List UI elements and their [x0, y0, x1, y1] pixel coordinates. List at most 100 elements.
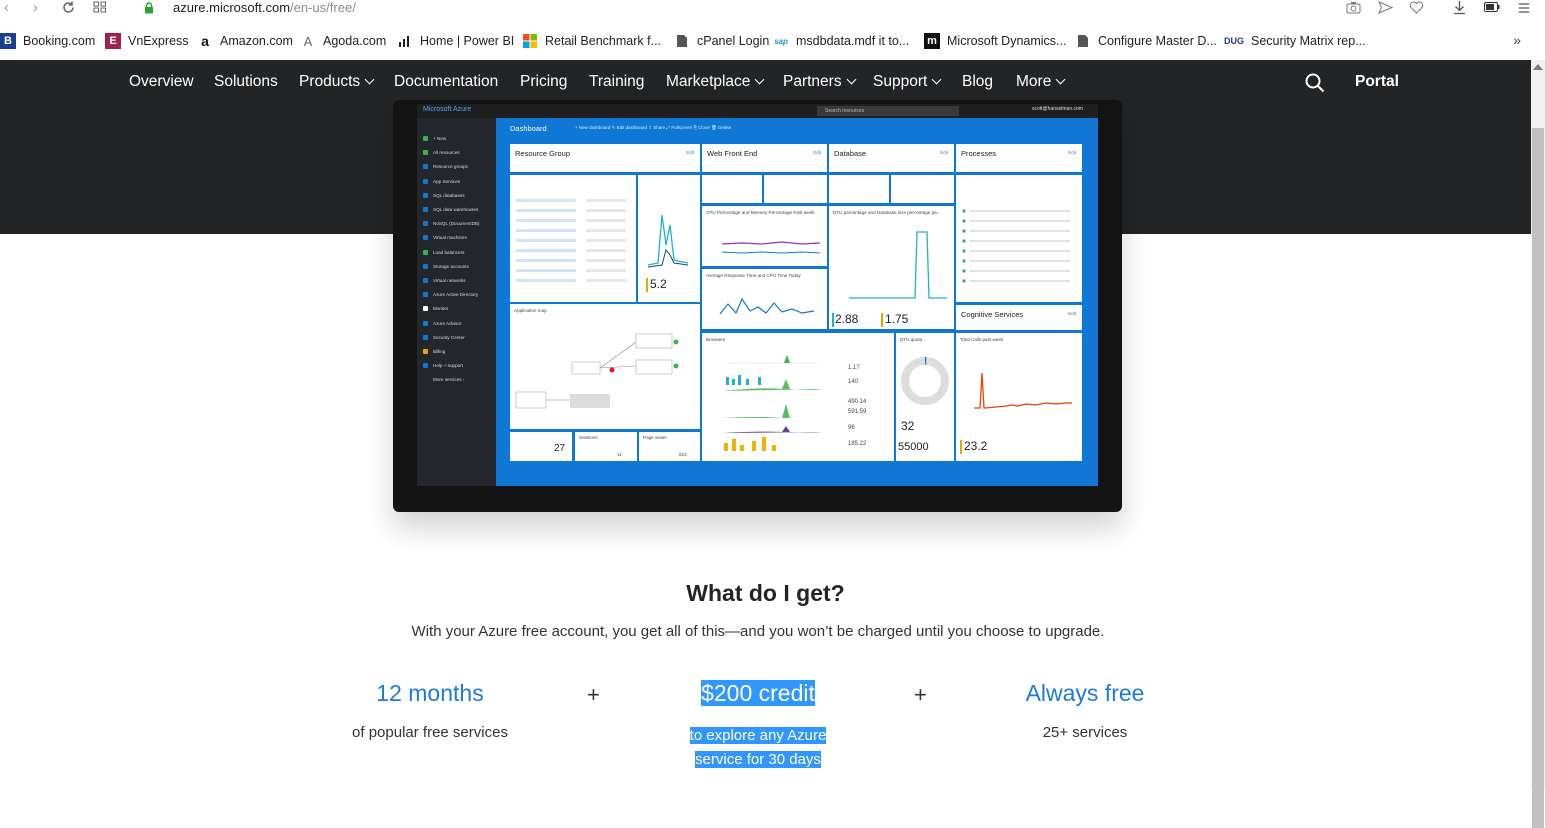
cpu-label: CPU Percentage and Memory Percentage Pas…	[706, 210, 815, 215]
nav-item-products[interactable]: Products	[299, 73, 375, 91]
portal-sidebar-label: Help + support	[433, 363, 464, 369]
portal-sidebar-label: Load balancers	[433, 249, 465, 255]
portal-sidebar-item: Billing	[423, 349, 445, 354]
nav-item-label: Training	[589, 73, 645, 90]
search-icon[interactable]	[1305, 73, 1325, 93]
page-views-value: 623	[679, 452, 687, 457]
camera-icon[interactable]	[1346, 1, 1361, 14]
service-icon	[423, 164, 428, 170]
nav-item-solutions[interactable]: Solutions	[214, 73, 278, 91]
tile-edit: Edit	[940, 150, 948, 155]
reload-icon[interactable]	[61, 0, 76, 15]
address-bar[interactable]: ‹ › azure.microsoft.com/en-us/free/	[0, 0, 1545, 20]
portal-brand: Microsoft Azure	[423, 106, 472, 113]
service-icon	[423, 363, 428, 369]
nav-item-overview[interactable]: Overview	[129, 73, 194, 91]
scroll-up-arrow-icon[interactable]	[1533, 64, 1543, 70]
total-calls-tile: Total Calls past week 23.2	[956, 333, 1082, 461]
vnexpress-icon: E	[105, 33, 121, 49]
offer-credit-headline-text: $200 credit	[701, 680, 815, 706]
battery-icon	[1484, 2, 1500, 12]
bookmark-item[interactable]: B Booking.com	[0, 30, 95, 52]
back-icon[interactable]: ‹	[4, 0, 9, 16]
nav-item-partners[interactable]: Partners	[783, 73, 857, 91]
forward-icon[interactable]: ›	[33, 0, 38, 16]
bookmark-label: VnExpress	[128, 34, 189, 48]
portal-sidebar-label: Azure Active Directory	[433, 292, 479, 298]
portal-sidebar-item: App Services	[423, 178, 460, 184]
bookmark-label: Security Matrix rep...	[1251, 34, 1366, 48]
nav-item-pricing[interactable]: Pricing	[520, 73, 567, 91]
nav-item-marketplace[interactable]: Marketplace	[666, 73, 765, 91]
portal-sidebar-label: NoSQL (DocumentDB)	[433, 221, 480, 227]
portal-sidebar-item: Help + support	[423, 363, 464, 369]
tile-title: Database	[834, 149, 867, 158]
service-icon	[423, 249, 428, 255]
service-icon	[423, 178, 428, 184]
bookmark-item[interactable]: Home | Power BI	[397, 30, 514, 52]
app-service-plan-tile	[764, 175, 827, 203]
portal-link[interactable]: Portal	[1355, 73, 1399, 91]
portal-sidebar-item: Virtual networks	[423, 278, 466, 283]
scrollbar-thumb[interactable]	[1532, 128, 1544, 828]
service-icon	[423, 192, 428, 198]
nav-item-blog[interactable]: Blog	[962, 73, 993, 91]
send-icon[interactable]	[1378, 1, 1393, 14]
portal-sidebar-item: + New	[423, 136, 446, 141]
app-map-label: Application map	[514, 308, 547, 313]
nav-item-support[interactable]: Support	[873, 73, 942, 91]
bookmark-item[interactable]: E VnExpress	[105, 30, 188, 52]
page-load-value: 1.17	[848, 365, 860, 371]
portal-sidebar-item: Virtual machines	[423, 235, 467, 241]
bookmark-item[interactable]: m Microsoft Dynamics...	[924, 30, 1066, 52]
nav-item-label: Overview	[129, 73, 194, 90]
nav-item-label: Partners	[783, 73, 842, 90]
portal-sidebar-item: All resources	[423, 150, 460, 156]
bookmark-label: Microsoft Dynamics...	[947, 34, 1067, 48]
chevron-down-icon	[1055, 74, 1066, 85]
bookmark-item[interactable]: cPanel Login	[674, 30, 769, 52]
portal-sidebar-label: SQL data warehouses	[433, 207, 479, 212]
portal-sidebar-item: Monitor	[423, 306, 448, 312]
bookmark-item[interactable]: A Agoda.com	[300, 30, 387, 52]
portal-sidebar-label: Storage accounts	[433, 263, 469, 269]
send-request-value: 591.59	[848, 409, 867, 415]
nav-item-more[interactable]: More	[1016, 73, 1066, 91]
tile-edit: Edit	[1068, 150, 1076, 155]
tabs-grid-icon[interactable]	[93, 1, 107, 13]
bookmark-item[interactable]: Configure Master D...	[1075, 30, 1217, 52]
heart-icon[interactable]	[1409, 1, 1424, 14]
bookmark-item[interactable]: a Amazon.com	[197, 30, 293, 52]
portal-sidebar-label: Security Center	[433, 334, 465, 340]
bookmark-item[interactable]: Retail Benchmark f...	[522, 30, 661, 52]
bookmark-item[interactable]: DUG Security Matrix rep...	[1224, 30, 1366, 52]
bookmark-label: msdbdata.mdf it to...	[796, 34, 910, 48]
page-icon	[674, 33, 690, 49]
amazon-icon: a	[201, 33, 209, 49]
portal-sidebar-item: Storage accounts	[423, 263, 469, 269]
menu-icon[interactable]	[1518, 2, 1530, 14]
service-icon	[423, 278, 428, 283]
service-icon	[423, 320, 428, 326]
current-dtu-value: 32	[901, 419, 915, 433]
download-icon[interactable]	[1452, 0, 1467, 15]
section-subtitle: With your Azure free account, you get al…	[411, 623, 1105, 640]
nav-item-documentation[interactable]: Documentation	[394, 73, 498, 91]
bookmark-item[interactable]: sap msdbdata.mdf it to...	[773, 30, 909, 52]
portal-sidebar-label: All resources	[433, 150, 460, 156]
portal-sidebar-label: + New	[433, 136, 447, 141]
offer-credit-description-text: to explore any Azure service for 30 days	[689, 727, 827, 768]
dtu-pct-value: 2.88	[835, 312, 859, 326]
url-text[interactable]: azure.microsoft.com/en-us/free/	[173, 0, 356, 16]
response-time-tile: Average Response Time and CPU Time Today	[702, 269, 827, 329]
service-icon	[423, 292, 428, 298]
plus-sign: +	[587, 682, 600, 707]
dtu-chart	[849, 231, 947, 299]
nav-item-training[interactable]: Training	[589, 73, 644, 91]
sql-server-tile	[829, 175, 889, 203]
tile-title: Web Front End	[707, 149, 758, 158]
scrollbar[interactable]	[1531, 60, 1545, 828]
service-icon	[423, 349, 428, 354]
offer-credit-description: to explore any Azure service for 30 days	[680, 724, 836, 772]
bookmarks-overflow-icon[interactable]: »	[1513, 32, 1521, 48]
